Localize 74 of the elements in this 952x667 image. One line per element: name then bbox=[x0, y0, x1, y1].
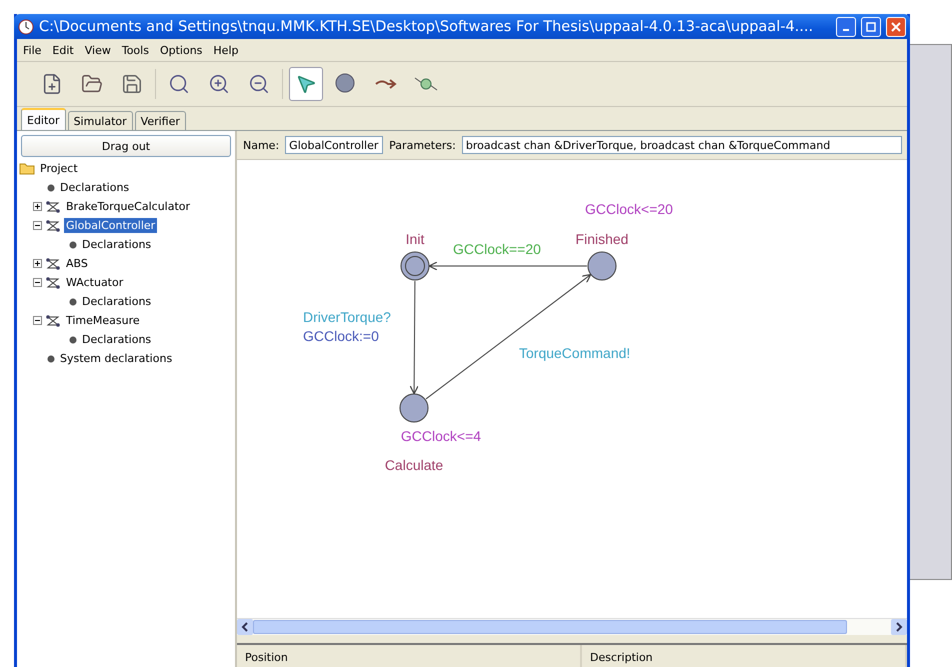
graph-icon bbox=[45, 218, 61, 232]
horizontal-scrollbar[interactable] bbox=[237, 618, 907, 635]
minimize-icon bbox=[843, 28, 849, 30]
tree-item[interactable]: TimeMeasure bbox=[64, 313, 142, 328]
dot-icon bbox=[69, 240, 77, 248]
folder-icon bbox=[81, 73, 103, 95]
zoom-in-icon bbox=[208, 73, 230, 95]
clock-icon bbox=[18, 18, 34, 34]
scroll-right-icon[interactable] bbox=[891, 619, 907, 635]
collapse-icon[interactable] bbox=[33, 221, 42, 230]
location-name: Calculate bbox=[384, 457, 444, 473]
name-label: Name: bbox=[243, 138, 280, 152]
dot-icon bbox=[47, 184, 55, 192]
tree-item[interactable]: WActuator bbox=[64, 275, 126, 290]
sync-label: DriverTorque? bbox=[303, 309, 391, 325]
dot-icon bbox=[69, 298, 77, 306]
search-icon bbox=[168, 73, 190, 95]
menu-item[interactable]: File bbox=[23, 44, 42, 56]
parameters-label: Parameters: bbox=[389, 138, 456, 152]
sync-label: TorqueCommand! bbox=[519, 345, 630, 361]
minimize-button[interactable] bbox=[836, 16, 856, 36]
collapse-icon[interactable] bbox=[33, 278, 42, 287]
location-name: Init bbox=[406, 231, 424, 247]
tab[interactable]: Verifier bbox=[134, 111, 186, 130]
tree-item[interactable]: Declarations bbox=[58, 180, 132, 195]
maximize-icon bbox=[866, 22, 876, 32]
graph-icon bbox=[45, 200, 61, 214]
menu-item[interactable]: Help bbox=[213, 44, 238, 56]
guard-label: GCClock==20 bbox=[453, 241, 541, 257]
name-field[interactable]: GlobalController bbox=[285, 136, 384, 154]
graph-icon bbox=[45, 256, 61, 270]
menu-item[interactable]: Options bbox=[160, 44, 202, 56]
save-icon bbox=[121, 73, 143, 95]
tree-item[interactable]: GlobalController bbox=[64, 218, 158, 233]
menu-item[interactable]: Tools bbox=[122, 44, 149, 56]
collapse-icon[interactable] bbox=[33, 316, 42, 325]
tree-item[interactable]: Declarations bbox=[80, 237, 154, 252]
tool-button[interactable] bbox=[289, 67, 323, 101]
folder-icon bbox=[19, 162, 35, 175]
node-icon bbox=[414, 76, 438, 92]
tree-item[interactable]: Declarations bbox=[80, 332, 154, 347]
parameters-field[interactable]: broadcast chan &DriverTorque, broadcast chan &TorqueCommand bbox=[462, 136, 902, 154]
dot-icon bbox=[69, 336, 77, 344]
expand-icon[interactable] bbox=[33, 259, 42, 268]
location-name: Finished bbox=[576, 231, 628, 247]
close-button[interactable] bbox=[886, 16, 906, 36]
menu-item[interactable]: View bbox=[84, 44, 111, 56]
invariant-label: GCClock<=20 bbox=[585, 201, 673, 217]
scroll-left-icon[interactable] bbox=[237, 619, 253, 635]
drag-out-button[interactable]: Drag out bbox=[21, 135, 231, 157]
window-title: C:\Documents and Settings\tnqu.MMK.KTH.SE\Desktop\Softwares For Thesis\uppaal-4.0.13-aca\uppaal-4.... bbox=[39, 18, 814, 34]
tree-item[interactable]: System declarations bbox=[58, 351, 174, 366]
graph-icon bbox=[45, 276, 61, 290]
close-icon bbox=[891, 22, 901, 32]
graph-icon bbox=[45, 314, 61, 328]
dot-icon bbox=[47, 354, 55, 362]
update-label: GCClock:=0 bbox=[303, 328, 379, 344]
arrow-icon bbox=[374, 77, 398, 91]
zoom-out-icon bbox=[248, 73, 270, 95]
column-header[interactable]: Description bbox=[582, 645, 907, 667]
expand-icon[interactable] bbox=[33, 202, 42, 211]
tree-item[interactable]: Project bbox=[38, 161, 80, 176]
tab[interactable]: Editor bbox=[21, 108, 66, 130]
new-file-icon bbox=[41, 73, 63, 95]
menu-item[interactable]: Edit bbox=[52, 44, 74, 56]
column-header[interactable]: Position bbox=[237, 645, 582, 667]
scroll-thumb[interactable] bbox=[253, 620, 847, 634]
tab[interactable]: Simulator bbox=[68, 111, 133, 130]
pointer-icon bbox=[295, 73, 317, 95]
tree-item[interactable]: Declarations bbox=[80, 294, 154, 309]
tree-item[interactable]: BrakeTorqueCalculator bbox=[64, 199, 192, 214]
tree-item[interactable]: ABS bbox=[64, 256, 90, 271]
maximize-button[interactable] bbox=[861, 16, 881, 36]
invariant-label: GCClock<=4 bbox=[400, 428, 482, 444]
